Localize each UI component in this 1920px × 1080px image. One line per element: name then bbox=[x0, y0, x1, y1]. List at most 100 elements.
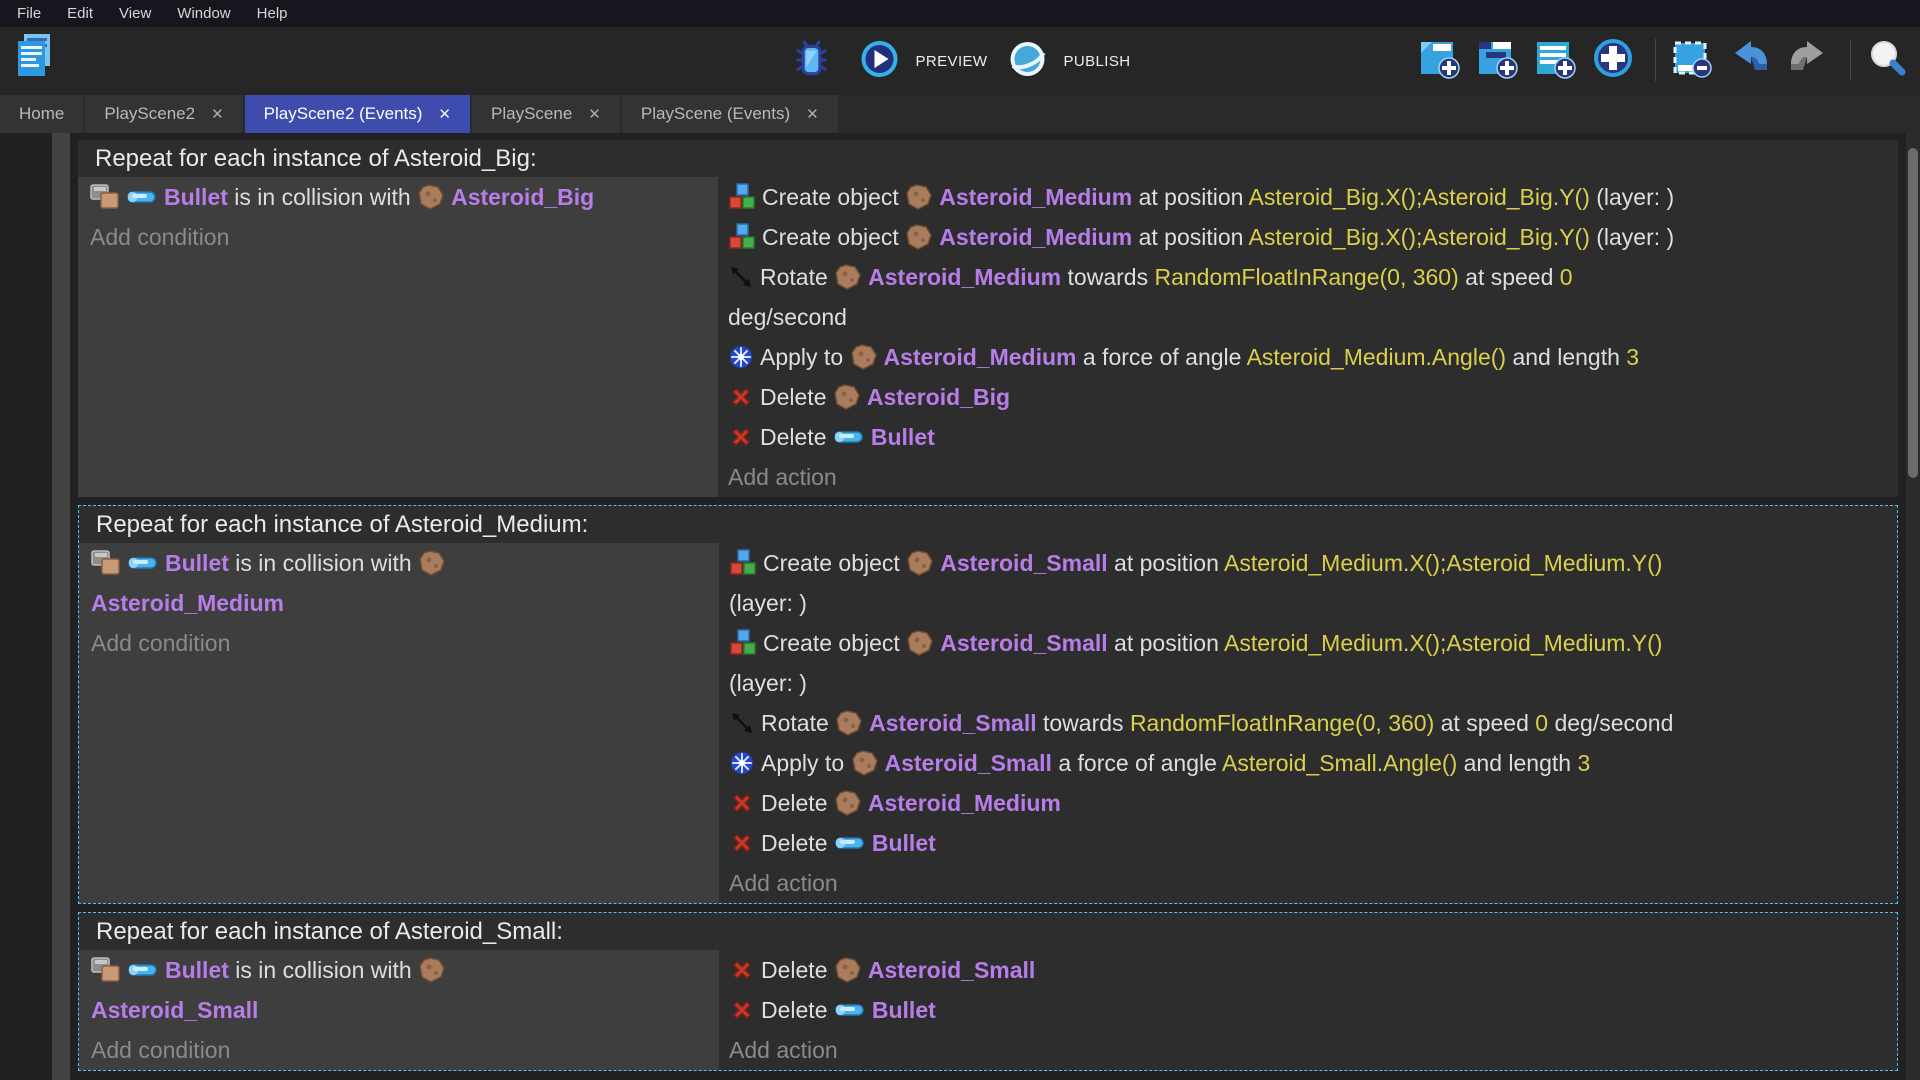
toolbar-left bbox=[14, 37, 60, 77]
preview-button[interactable]: PREVIEW bbox=[860, 43, 988, 79]
add-circle-button[interactable] bbox=[1592, 41, 1640, 79]
action-row[interactable]: Create object Asteroid_Medium at positio… bbox=[728, 217, 1898, 257]
condition-row[interactable]: Bullet is in collision with Asteroid_Big bbox=[90, 177, 718, 217]
event-body: Bullet is in collision with Asteroid_Med… bbox=[79, 543, 1897, 903]
toolbar: PREVIEW PUBLISH bbox=[0, 27, 1920, 95]
publish-button[interactable]: PUBLISH bbox=[1007, 43, 1130, 79]
menu-bar: FileEditViewWindowHelp bbox=[0, 0, 1920, 27]
add-action-button[interactable]: Add action bbox=[729, 863, 1897, 903]
tab-playscene-events[interactable]: PlayScene (Events)✕ bbox=[622, 95, 838, 133]
event-header[interactable]: Repeat for each instance of Asteroid_Med… bbox=[79, 506, 1897, 543]
action-row[interactable]: Delete Bullet bbox=[729, 990, 1897, 1030]
action-row[interactable]: Delete Asteroid_Big bbox=[728, 377, 1898, 417]
toolbar-separator bbox=[1655, 39, 1656, 81]
expression: 0 bbox=[1535, 710, 1548, 736]
tab-bar: HomePlayScene2✕PlayScene2 (Events)✕PlayS… bbox=[0, 95, 1920, 133]
asteroid-icon bbox=[418, 549, 446, 577]
object-name: Asteroid_Big bbox=[867, 384, 1010, 410]
search-button[interactable] bbox=[1866, 41, 1914, 79]
asteroid-icon bbox=[906, 549, 934, 577]
action-row[interactable]: Rotate Asteroid_Medium towards RandomFlo… bbox=[728, 257, 1898, 337]
tab-playscene[interactable]: PlayScene✕ bbox=[472, 95, 620, 133]
event-block: Repeat for each instance of Asteroid_Big… bbox=[78, 140, 1898, 497]
add-condition-button[interactable]: Add condition bbox=[90, 217, 718, 257]
scrollbar-thumb[interactable] bbox=[1908, 148, 1918, 478]
redo-button[interactable] bbox=[1787, 41, 1835, 79]
event-header[interactable]: Repeat for each instance of Asteroid_Sma… bbox=[79, 913, 1897, 950]
create-icon bbox=[729, 549, 757, 577]
text-segment: deg/second bbox=[1548, 710, 1673, 736]
text-segment: Delete bbox=[761, 790, 834, 816]
text-segment: is in collision with bbox=[229, 550, 418, 576]
debug-button[interactable] bbox=[790, 41, 840, 81]
menu-item-edit[interactable]: Edit bbox=[54, 0, 106, 27]
text-segment: Rotate bbox=[760, 264, 834, 290]
asteroid-icon bbox=[850, 343, 878, 371]
row-line: Delete Bullet bbox=[729, 990, 1897, 1030]
text-segment: (layer: ) bbox=[1590, 224, 1674, 250]
action-row[interactable]: Delete Asteroid_Medium bbox=[729, 783, 1897, 823]
tab-close-icon[interactable]: ✕ bbox=[588, 107, 601, 122]
add-comment-button[interactable] bbox=[1534, 41, 1582, 79]
action-row[interactable]: Create object Asteroid_Small at position… bbox=[729, 543, 1897, 623]
publish-icon bbox=[1007, 39, 1047, 79]
event-header[interactable]: Repeat for each instance of Asteroid_Big… bbox=[78, 140, 1898, 177]
actions-column: Delete Asteroid_SmallDelete BulletAdd ac… bbox=[719, 950, 1897, 1070]
action-row[interactable]: Delete Bullet bbox=[728, 417, 1898, 457]
actions-column: Create object Asteroid_Medium at positio… bbox=[718, 177, 1898, 497]
action-row[interactable]: Delete Bullet bbox=[729, 823, 1897, 863]
object-name: Bullet bbox=[164, 184, 228, 210]
search-icon bbox=[1866, 37, 1908, 79]
add-event-button[interactable] bbox=[1418, 41, 1466, 79]
asteroid-icon bbox=[417, 183, 445, 211]
action-row[interactable]: Create object Asteroid_Small at position… bbox=[729, 623, 1897, 703]
action-row[interactable]: Rotate Asteroid_Small towards RandomFloa… bbox=[729, 703, 1897, 743]
undo-button[interactable] bbox=[1729, 41, 1777, 79]
text-segment: Rotate bbox=[761, 710, 835, 736]
menu-item-view[interactable]: View bbox=[106, 0, 164, 27]
menu-item-help[interactable]: Help bbox=[244, 0, 301, 27]
tab-playscene2-events[interactable]: PlayScene2 (Events)✕ bbox=[245, 95, 470, 133]
vertical-scrollbar[interactable] bbox=[1906, 133, 1920, 1080]
create-icon bbox=[728, 183, 756, 211]
tab-playscene2[interactable]: PlayScene2✕ bbox=[85, 95, 242, 133]
expression: Asteroid_Medium.X();Asteroid_Medium.Y() bbox=[1224, 550, 1662, 576]
tab-close-icon[interactable]: ✕ bbox=[806, 107, 819, 122]
action-row[interactable]: Apply to Asteroid_Medium a force of angl… bbox=[728, 337, 1898, 377]
action-row[interactable]: Apply to Asteroid_Small a force of angle… bbox=[729, 743, 1897, 783]
tab-close-icon[interactable]: ✕ bbox=[211, 107, 224, 122]
events-left-margin bbox=[52, 133, 70, 1080]
bullet-icon bbox=[126, 189, 158, 205]
text-segment: Create object bbox=[763, 630, 906, 656]
condition-row[interactable]: Bullet is in collision with Asteroid_Med… bbox=[91, 543, 719, 623]
add-event-icon bbox=[1418, 37, 1460, 79]
add-subevent-button[interactable] bbox=[1476, 41, 1524, 79]
tab-home[interactable]: Home bbox=[0, 95, 83, 133]
asteroid-icon bbox=[906, 629, 934, 657]
add-action-button[interactable]: Add action bbox=[729, 1030, 1897, 1070]
asteroid-icon bbox=[833, 383, 861, 411]
row-line: Create object Asteroid_Medium at positio… bbox=[728, 177, 1898, 217]
asteroid-icon bbox=[905, 223, 933, 251]
add-condition-button[interactable]: Add condition bbox=[91, 1030, 719, 1070]
action-row[interactable]: Delete Asteroid_Small bbox=[729, 950, 1897, 990]
toolbar-center: PREVIEW PUBLISH bbox=[790, 27, 1131, 95]
add-condition-button[interactable]: Add condition bbox=[91, 623, 719, 663]
menu-item-file[interactable]: File bbox=[4, 0, 54, 27]
gdevelop-window: FileEditViewWindowHelp PREVIEW PUBLISH H… bbox=[0, 0, 1920, 1080]
text-segment: a force of angle bbox=[1076, 344, 1246, 370]
delete-icon bbox=[729, 997, 755, 1023]
asteroid-icon bbox=[835, 709, 863, 737]
text-segment: Create object bbox=[762, 224, 905, 250]
project-manager-button[interactable] bbox=[14, 37, 60, 77]
object-name: Asteroid_Medium bbox=[868, 790, 1061, 816]
action-row[interactable]: Create object Asteroid_Medium at positio… bbox=[728, 177, 1898, 217]
tab-close-icon[interactable]: ✕ bbox=[438, 107, 451, 122]
row-line: (layer: ) bbox=[729, 663, 1897, 703]
condition-row[interactable]: Bullet is in collision with Asteroid_Sma… bbox=[91, 950, 719, 1030]
menu-item-window[interactable]: Window bbox=[164, 0, 243, 27]
delete-selection-button[interactable] bbox=[1671, 41, 1719, 79]
rotate-icon bbox=[728, 264, 754, 290]
text-segment: at position bbox=[1132, 184, 1248, 210]
add-action-button[interactable]: Add action bbox=[728, 457, 1898, 497]
